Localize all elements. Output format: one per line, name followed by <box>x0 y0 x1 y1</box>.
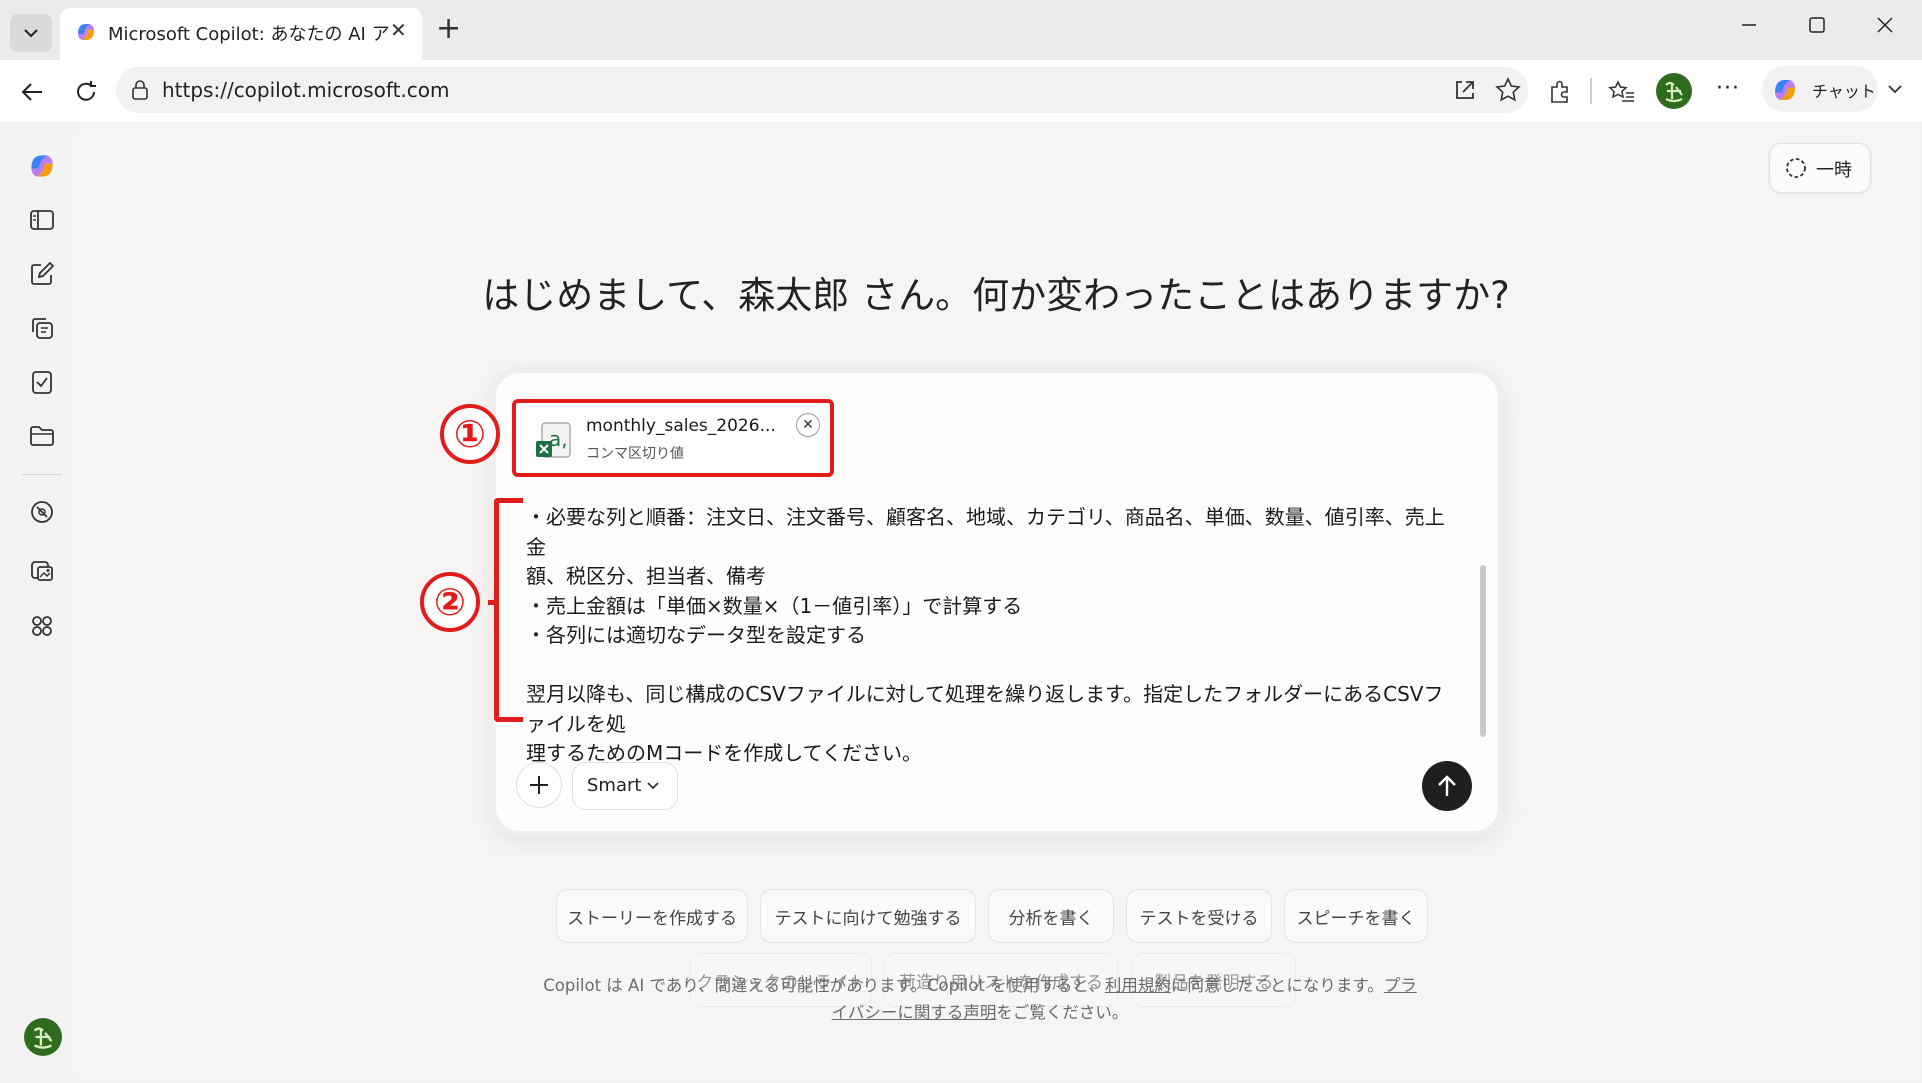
lock-icon <box>132 80 148 100</box>
more-menu-icon[interactable]: ··· <box>1716 76 1740 101</box>
message-line <box>526 651 1456 681</box>
back-icon[interactable] <box>18 78 46 106</box>
message-line: ・売上金額は「単価×数量×（1－値引率）」で計算する <box>526 593 1023 618</box>
disclaimer-part: Copilot は AI であり、間違える可能性があります。Copilot を使… <box>543 976 1105 995</box>
suggestion-chip[interactable]: テストに向けて勉強する <box>760 889 976 943</box>
annotation-bracket-tick <box>488 600 498 605</box>
chat-button-label: チャット <box>1812 82 1876 101</box>
minimize-icon[interactable] <box>1738 14 1760 42</box>
tab-list-button[interactable] <box>10 14 52 52</box>
sidebar-divider <box>22 474 62 475</box>
maximize-icon[interactable] <box>1806 14 1828 42</box>
profile-avatar[interactable] <box>1656 73 1692 109</box>
temporary-chat-button[interactable]: 一時 <box>1769 143 1871 193</box>
browser-toolbar: https://copilot.microsoft.com ··· チャット <box>0 60 1922 122</box>
address-bar[interactable]: https://copilot.microsoft.com <box>116 67 1528 113</box>
chevron-down-icon[interactable] <box>1886 80 1904 102</box>
chevron-down-icon <box>647 782 659 790</box>
suggestion-chip[interactable]: 分析を書く <box>988 889 1114 943</box>
attachment-file-type: コンマ区切り値 <box>586 446 684 462</box>
suggestion-chip[interactable]: テストを受ける <box>1126 889 1272 943</box>
disclaimer-text: Copilot は AI であり、間違える可能性があります。Copilot を使… <box>540 972 1420 1026</box>
open-in-app-icon[interactable] <box>1452 77 1478 103</box>
temporary-chat-label: 一時 <box>1816 160 1852 181</box>
message-line: ・必要な列と順番：注文日、注文番号、顧客名、地域、カテゴリ、商品名、単価、数量、… <box>526 505 1445 559</box>
discover-icon[interactable] <box>26 496 58 528</box>
tab-strip: Microsoft Copilot: あなたの AI アシスタント ✕ + <box>0 0 1922 60</box>
message-line: ・各列には適切なデータ型を設定する <box>526 623 866 647</box>
browser-tab[interactable]: Microsoft Copilot: あなたの AI アシスタント ✕ <box>60 8 422 60</box>
dashed-circle-icon <box>1786 158 1806 178</box>
copilot-chat-button[interactable]: チャット <box>1762 66 1878 112</box>
reload-icon[interactable] <box>72 78 100 106</box>
annotation-marker-1: ① <box>440 404 500 464</box>
avatar-glyph-icon <box>1665 81 1683 103</box>
suggestion-chip[interactable]: ストーリーを作成する <box>556 889 748 943</box>
plus-icon <box>530 776 548 794</box>
message-composer: a, monthly_sales_2026... コンマ区切り値 ✕ ・必要な列… <box>490 367 1504 837</box>
tasks-icon[interactable] <box>26 366 58 398</box>
image-create-icon[interactable] <box>26 554 58 586</box>
remove-attachment-icon[interactable]: ✕ <box>796 413 820 437</box>
tab-title: Microsoft Copilot: あなたの AI アシスタント <box>108 24 390 45</box>
attachment-card[interactable]: a, monthly_sales_2026... コンマ区切り値 ✕ <box>512 399 834 477</box>
copilot-home-icon[interactable] <box>26 150 58 182</box>
user-avatar[interactable] <box>24 1018 62 1056</box>
sidebar-toggle-icon[interactable] <box>26 204 58 236</box>
copilot-logo-icon <box>78 24 94 40</box>
avatar-glyph-icon <box>33 1027 53 1049</box>
favorites-list-icon[interactable] <box>1608 78 1636 106</box>
mode-selector-label: Smart <box>587 775 642 796</box>
arrow-up-icon <box>1438 775 1456 796</box>
apps-icon[interactable] <box>26 610 58 642</box>
extensions-icon[interactable] <box>1546 78 1574 106</box>
annotation-marker-2: ② <box>420 572 480 632</box>
mode-selector-button[interactable]: Smart <box>572 762 678 810</box>
url-text: https://copilot.microsoft.com <box>162 78 450 102</box>
greeting-heading: はじめまして、森太郎 さん。何か変わったことはありますか? <box>482 274 1510 317</box>
annotation-bracket <box>494 498 523 722</box>
message-scrollbar[interactable] <box>1480 565 1486 737</box>
toolbar-divider <box>1590 78 1592 104</box>
copilot-logo-icon <box>1775 80 1795 100</box>
terms-link[interactable]: 利用規約 <box>1105 976 1171 995</box>
chevron-down-icon <box>24 29 38 38</box>
suggestion-chip[interactable]: スピーチを書く <box>1284 889 1428 943</box>
disclaimer-part: に同意したことになります。 <box>1170 976 1384 995</box>
excel-csv-file-icon: a, <box>536 422 571 458</box>
message-line: 翌月以降も、同じ構成のCSVファイルに対して処理を繰り返します。指定したフォルダ… <box>526 682 1444 736</box>
message-line: 額、税区分、担当者、備考 <box>526 564 766 588</box>
disclaimer-part: をご覧ください。 <box>996 1003 1129 1022</box>
folder-icon[interactable] <box>26 420 58 452</box>
send-button[interactable] <box>1422 761 1472 811</box>
add-content-button[interactable] <box>516 762 562 808</box>
favorite-star-icon[interactable] <box>1494 76 1522 104</box>
close-window-icon[interactable] <box>1874 14 1896 42</box>
message-input[interactable]: ・必要な列と順番：注文日、注文番号、顧客名、地域、カテゴリ、商品名、単価、数量、… <box>526 503 1456 769</box>
attachment-file-name: monthly_sales_2026... <box>586 416 776 436</box>
new-tab-button[interactable]: + <box>436 12 461 46</box>
tab-close-icon[interactable]: ✕ <box>390 18 407 42</box>
